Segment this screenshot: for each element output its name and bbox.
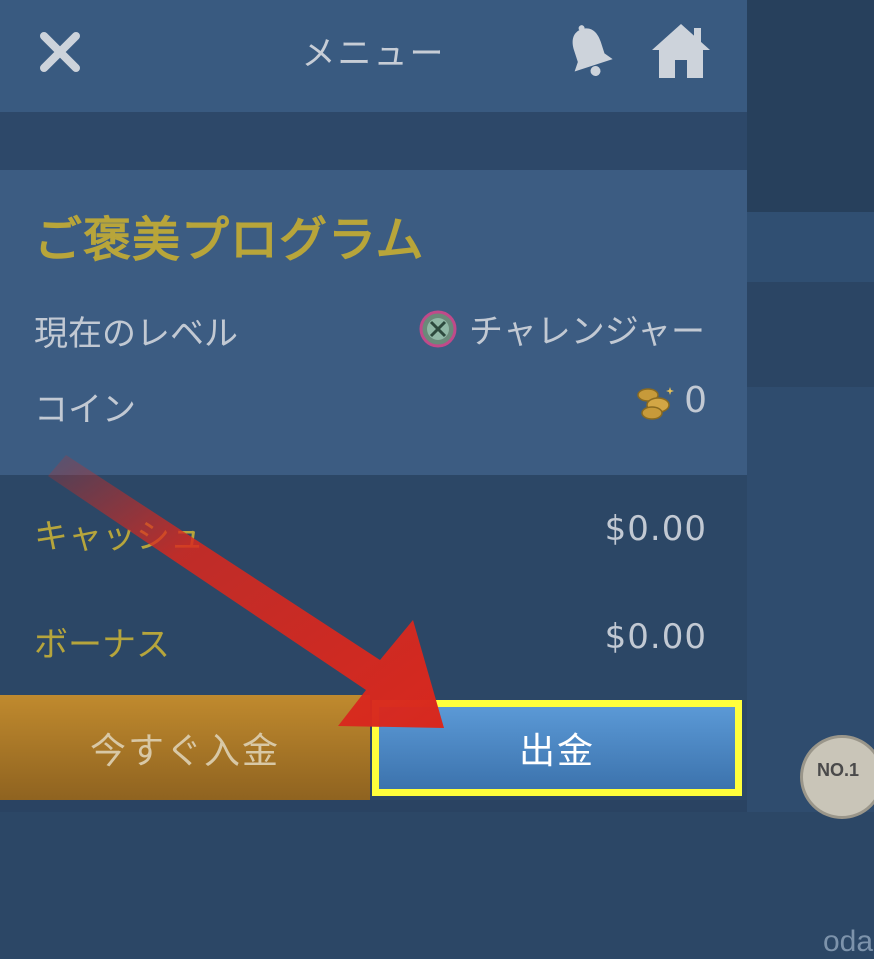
cash-label: キャッシュ [34, 517, 204, 557]
menu-header: メニュー [0, 0, 747, 112]
no1-badge: NO.1 [800, 735, 874, 819]
balance-section: キャッシュ $0.00 ボーナス $0.00 [0, 475, 747, 695]
background-partial-text: oda [823, 925, 874, 958]
menu-bottom-strip [0, 800, 747, 812]
home-icon[interactable] [650, 20, 712, 80]
background-band [747, 212, 874, 282]
current-level-text: チャレンジャー [469, 312, 705, 352]
bell-icon[interactable] [563, 22, 615, 80]
no1-badge-text: NO.1 [817, 760, 860, 780]
bonus-label: ボーナス [34, 625, 170, 665]
challenger-badge-icon [419, 310, 457, 347]
rewards-program-section: ご褒美プログラム 現在のレベル チャレンジャー コイン 0 [0, 170, 747, 475]
background-search-area [747, 282, 874, 646]
cash-value: $0.00 [604, 509, 707, 549]
background-header [747, 0, 874, 212]
menu-title: メニュー [301, 34, 446, 74]
current-level-value: チャレンジャー [419, 304, 705, 353]
coins-icon [637, 386, 675, 420]
withdraw-button[interactable]: 出金 [372, 700, 742, 796]
background-page: oda [747, 0, 874, 958]
menu-panel: メニュー ご褒美プログラム 現在のレベル チャレンジャー コイン 0 キャッシュ… [0, 0, 747, 812]
deposit-now-button[interactable]: 今すぐ入金 [0, 695, 370, 800]
bonus-value: $0.00 [604, 617, 707, 657]
coin-count: 0 [684, 380, 707, 421]
rewards-program-title: ご褒美プログラム [34, 212, 425, 268]
coin-value: 0 [632, 380, 707, 421]
coin-label: コイン [34, 390, 136, 430]
menu-spacer [0, 112, 747, 170]
current-level-label: 現在のレベル [34, 314, 238, 354]
